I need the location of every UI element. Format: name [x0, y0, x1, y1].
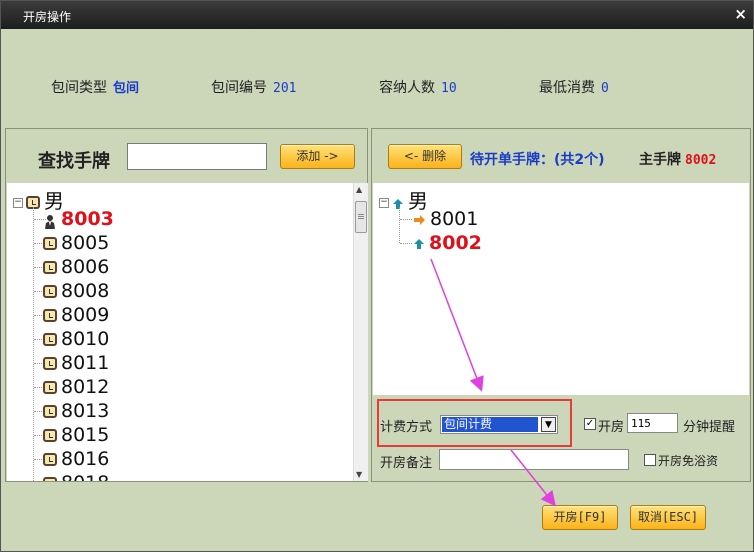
tree-item[interactable]: 8018: [43, 471, 109, 481]
open-room-button[interactable]: 开房[F9]: [542, 505, 618, 530]
wristband-icon: [43, 477, 57, 481]
room-number-info: 包间编号 201: [211, 77, 296, 97]
tree-item-label: 8005: [61, 232, 110, 254]
wristband-icon: [43, 357, 57, 370]
pending-count-label: 待开单手牌：(共2个): [470, 152, 605, 168]
tree-guide-line: [33, 207, 34, 481]
free-bath-checkbox-label: 开房免浴资: [658, 454, 719, 468]
tree-item[interactable]: 8016: [43, 447, 109, 471]
tree-item-label: 8015: [61, 424, 110, 446]
add-button[interactable]: 添加 ->: [280, 144, 355, 169]
wristband-icon: [43, 285, 57, 298]
room-type-label: 包间类型: [51, 80, 107, 96]
room-type-info: 包间类型 包间: [51, 77, 139, 97]
available-wristband-tree: − 男 8003 8005 8006 8008 8009 8010 8011 80…: [7, 183, 353, 481]
tree-item[interactable]: 8005: [43, 231, 109, 255]
note-label: 开房备注: [380, 456, 433, 471]
window-title: 开房操作: [23, 10, 72, 24]
tree-item[interactable]: 8015: [43, 423, 109, 447]
close-icon[interactable]: ×: [734, 5, 747, 23]
tree-item-label: 8012: [61, 376, 110, 398]
min-spend-info: 最低消费 0: [539, 77, 609, 97]
main-wristband-value: 8002: [685, 153, 717, 168]
room-number-label: 包间编号: [211, 80, 267, 96]
tree-item-8003[interactable]: 8003: [43, 207, 114, 231]
capacity-value: 10: [441, 81, 457, 96]
wristband-icon: [43, 333, 57, 346]
up-arrow-icon: [413, 232, 425, 256]
wristband-icon: [43, 309, 57, 322]
pending-wristband-tree: − 男 8001 8002: [373, 183, 749, 395]
remind-minutes-label: 分钟提醒: [683, 420, 736, 435]
main-wristband-label: 主手牌: [639, 152, 681, 168]
tree-item-label: 8011: [61, 352, 110, 374]
person-icon: [43, 212, 57, 229]
open-room-checkbox-label: 开房: [598, 420, 625, 435]
tree-item[interactable]: 8010: [43, 327, 109, 351]
tree-branch: [400, 219, 412, 220]
tree-item[interactable]: 8008: [43, 279, 109, 303]
scroll-down-icon[interactable]: ▼: [356, 470, 362, 479]
wristband-icon: [43, 429, 57, 442]
search-input[interactable]: [127, 143, 267, 170]
tree-item-label: 8016: [61, 448, 110, 470]
main-wristband: 主手牌 8002: [639, 149, 716, 169]
tree-item-label: 8018: [61, 472, 109, 481]
wristband-icon: [43, 261, 57, 274]
tree-scrollbar[interactable]: ▲ ▼: [353, 183, 368, 481]
room-number-value: 201: [273, 81, 297, 96]
tree-item-label: 8006: [61, 256, 110, 278]
min-spend-label: 最低消费: [539, 80, 595, 96]
wristband-icon: [43, 453, 57, 466]
tree-item-label: 8003: [61, 208, 114, 230]
tree-item[interactable]: 8009: [43, 303, 109, 327]
tree-item-8001[interactable]: 8001: [413, 207, 478, 231]
annotation-highlight-box: [377, 399, 572, 447]
tree-item-label: 8013: [61, 400, 110, 422]
tree-item-label: 8002: [429, 232, 482, 254]
scroll-thumb[interactable]: [355, 201, 367, 233]
wristband-icon: [43, 405, 57, 418]
room-type-value: 包间: [113, 81, 140, 96]
cancel-button[interactable]: 取消[ESC]: [630, 505, 706, 530]
tree-item-label: 8009: [61, 304, 110, 326]
wristband-search-panel: 查找手牌 添加 -> − 男 8003 8005 8006 8008 8009 8: [5, 128, 368, 482]
tree-guide-line: [399, 207, 400, 243]
tree-item[interactable]: 8012: [43, 375, 109, 399]
tree-item[interactable]: 8013: [43, 399, 109, 423]
pending-wristband-panel: <- 删除 待开单手牌：(共2个) 主手牌 8002 − 男 8001 8002 计…: [371, 128, 751, 482]
open-room-options: 计费方式 包间计费 ▼ ✓ 开房 分钟提醒 开房备注 开房免浴资: [372, 395, 750, 481]
wristband-icon: [43, 237, 57, 250]
tree-item[interactable]: 8011: [43, 351, 109, 375]
open-room-checkbox[interactable]: ✓: [584, 418, 596, 430]
capacity-info: 容纳人数 10: [379, 77, 457, 97]
collapse-icon[interactable]: −: [13, 197, 23, 208]
capacity-label: 容纳人数: [379, 80, 435, 96]
delete-button[interactable]: <- 删除: [388, 144, 462, 169]
title-bar: 开房操作 ×: [1, 1, 753, 29]
wristband-icon: [43, 381, 57, 394]
tree-item-label: 8010: [61, 328, 110, 350]
open-room-window: 开房操作 × 包间类型 包间 包间编号 201 容纳人数 10 最低消费 0 查找手牌 …: [0, 0, 754, 552]
remind-minutes-input[interactable]: [627, 413, 678, 433]
tree-item[interactable]: 8006: [43, 255, 109, 279]
note-input[interactable]: [439, 449, 629, 470]
right-arrow-icon: [413, 208, 426, 232]
tree-item-label: 8008: [61, 280, 110, 302]
collapse-icon[interactable]: −: [379, 197, 389, 208]
search-label: 查找手牌: [38, 151, 110, 172]
tree-item-label: 8001: [430, 208, 479, 230]
tree-branch: [400, 243, 412, 244]
up-arrow-icon: [392, 191, 404, 215]
scroll-up-icon[interactable]: ▲: [356, 185, 362, 194]
tree-item-8002[interactable]: 8002: [413, 231, 482, 255]
free-bath-checkbox[interactable]: [644, 454, 656, 466]
min-spend-value: 0: [601, 81, 609, 96]
